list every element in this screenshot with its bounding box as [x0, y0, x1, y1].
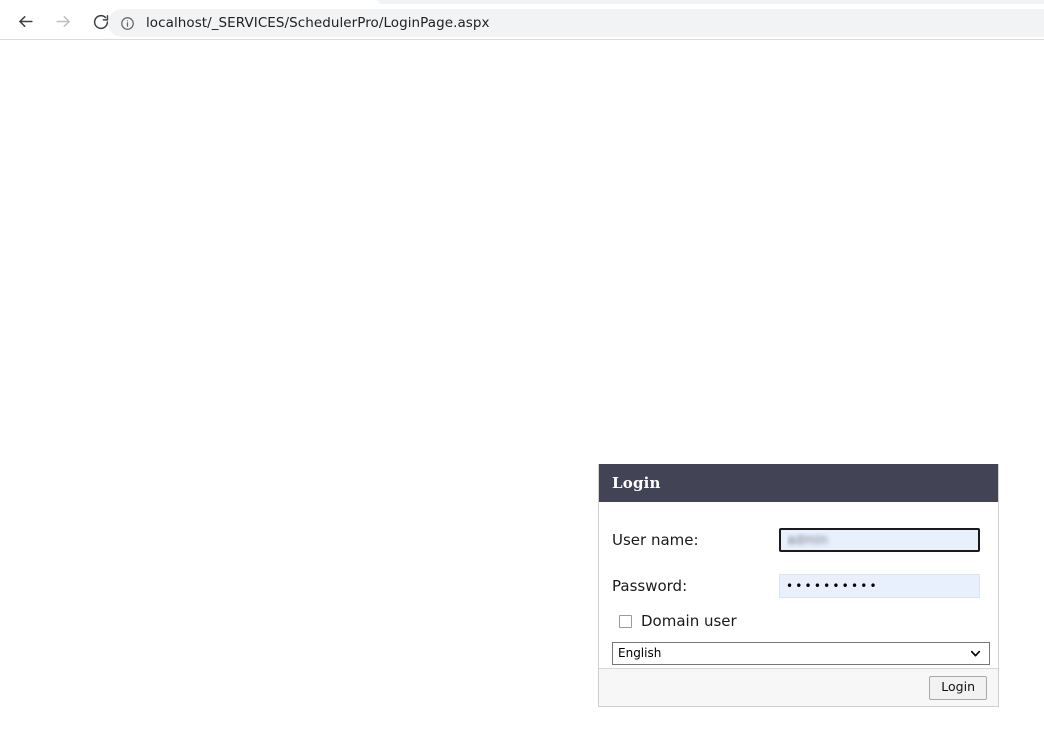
language-select-wrapper: English	[612, 642, 990, 665]
login-panel-header: Login	[599, 464, 998, 502]
login-panel: Login User name: Password: Domain user E…	[598, 464, 999, 707]
back-button[interactable]	[9, 6, 41, 38]
forward-button[interactable]	[47, 6, 79, 38]
login-submit-button[interactable]: Login	[929, 675, 987, 700]
back-arrow-icon	[16, 12, 35, 31]
page-viewport: Login User name: Password: Domain user E…	[0, 40, 1044, 732]
url-text: localhost/_SERVICES/SchedulerPro/LoginPa…	[146, 15, 490, 31]
login-form: User name: Password: Domain user English	[599, 502, 998, 668]
info-circle-icon[interactable]	[117, 13, 137, 33]
password-label: Password:	[612, 577, 688, 595]
address-bar[interactable]: localhost/_SERVICES/SchedulerPro/LoginPa…	[108, 9, 1044, 37]
browser-chrome: localhost/_SERVICES/SchedulerPro/LoginPa…	[0, 0, 1044, 40]
domain-user-row: Domain user	[619, 612, 987, 630]
domain-user-label[interactable]: Domain user	[641, 612, 737, 630]
password-row: Password:	[612, 566, 987, 606]
forward-arrow-icon	[54, 12, 73, 31]
login-panel-footer: Login	[599, 668, 998, 706]
username-row: User name:	[612, 518, 987, 562]
language-select[interactable]: English	[612, 642, 990, 665]
username-input[interactable]	[779, 528, 980, 552]
login-panel-title: Login	[612, 474, 661, 492]
username-label: User name:	[612, 531, 699, 549]
domain-user-checkbox[interactable]	[619, 614, 632, 628]
password-input[interactable]	[779, 574, 980, 598]
browser-navigation-bar: localhost/_SERVICES/SchedulerPro/LoginPa…	[0, 4, 1044, 39]
